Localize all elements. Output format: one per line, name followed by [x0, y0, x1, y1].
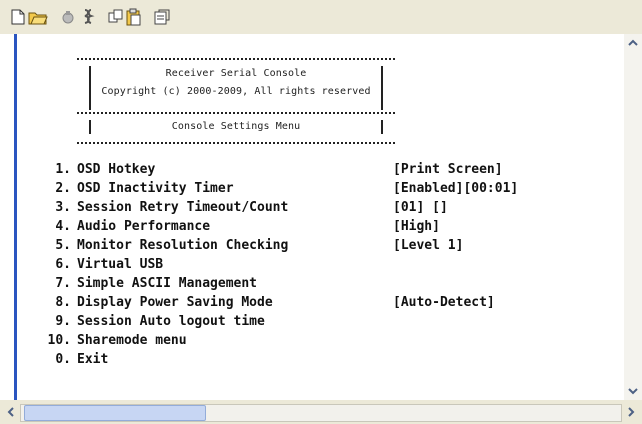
header-border-bottom: [77, 142, 395, 144]
menu-item-value: [Print Screen]: [393, 162, 503, 177]
scroll-down-icon[interactable]: [624, 382, 642, 400]
menu-item-value: [Level 1]: [393, 238, 464, 253]
disconnect-icon[interactable]: [78, 8, 98, 26]
scroll-thumb[interactable]: [24, 405, 206, 421]
menu-item-number: 8.: [55, 295, 71, 310]
menu-item-label: OSD Hotkey: [77, 162, 156, 177]
horizontal-scrollbar[interactable]: [0, 400, 642, 424]
toolbar: [0, 0, 642, 34]
menu-item-number: 5.: [55, 238, 71, 253]
scroll-left-icon[interactable]: [3, 404, 19, 420]
console-title: Receiver Serial Console: [165, 68, 307, 79]
menu-item-label: Display Power Saving Mode: [77, 295, 273, 310]
menu-item-label: Sharemode menu: [77, 333, 187, 348]
open-folder-icon[interactable]: [28, 8, 48, 26]
scroll-up-icon[interactable]: [624, 34, 642, 52]
menu-item-value: [High]: [393, 219, 440, 234]
menu-item-label: Exit: [77, 352, 109, 367]
menu-item-label: Monitor Resolution Checking: [77, 238, 289, 253]
menu-item-label: OSD Inactivity Timer: [77, 181, 234, 196]
menu-item-label: Audio Performance: [77, 219, 211, 234]
header-border-top: [77, 58, 395, 60]
copyright-text: Copyright (c) 2000-2009, All rights rese…: [101, 86, 371, 97]
menu-title: Console Settings Menu: [171, 121, 301, 132]
menu-item-value: [Auto-Detect]: [393, 295, 495, 310]
menu-item-number: 4.: [55, 219, 71, 234]
properties-icon[interactable]: [152, 8, 172, 26]
terminal-window[interactable]: Receiver Serial Console Copyright (c) 20…: [14, 34, 627, 400]
menu-item-label: Virtual USB: [77, 257, 164, 272]
menu-item-label: Session Retry Timeout/Count: [77, 200, 289, 215]
vertical-scrollbar[interactable]: [624, 34, 642, 400]
menu-item-value: [Enabled][00:01]: [393, 181, 519, 196]
menu-item-number: 3.: [55, 200, 71, 215]
menu-item-number: 6.: [55, 257, 71, 272]
menu-item-number: 7.: [55, 276, 71, 291]
menu-item-number: 0.: [55, 352, 71, 367]
scroll-right-icon[interactable]: [623, 404, 639, 420]
header-divider: [77, 112, 395, 114]
console-header: Receiver Serial Console Copyright (c) 20…: [77, 54, 395, 146]
menu-item-label: Simple ASCII Management: [77, 276, 258, 291]
menu-item-label: Session Auto logout time: [77, 314, 265, 329]
new-file-icon[interactable]: [8, 8, 28, 26]
menu-item-number: 2.: [55, 181, 71, 196]
menu-item-number: 9.: [55, 314, 71, 329]
connect-icon[interactable]: [58, 8, 78, 26]
menu-item-number: 10.: [47, 333, 71, 348]
menu-item-number: 1.: [55, 162, 71, 177]
menu-item-value: [01] []: [393, 200, 448, 215]
copy-icon[interactable]: [106, 8, 126, 26]
paste-icon[interactable]: [124, 8, 144, 26]
